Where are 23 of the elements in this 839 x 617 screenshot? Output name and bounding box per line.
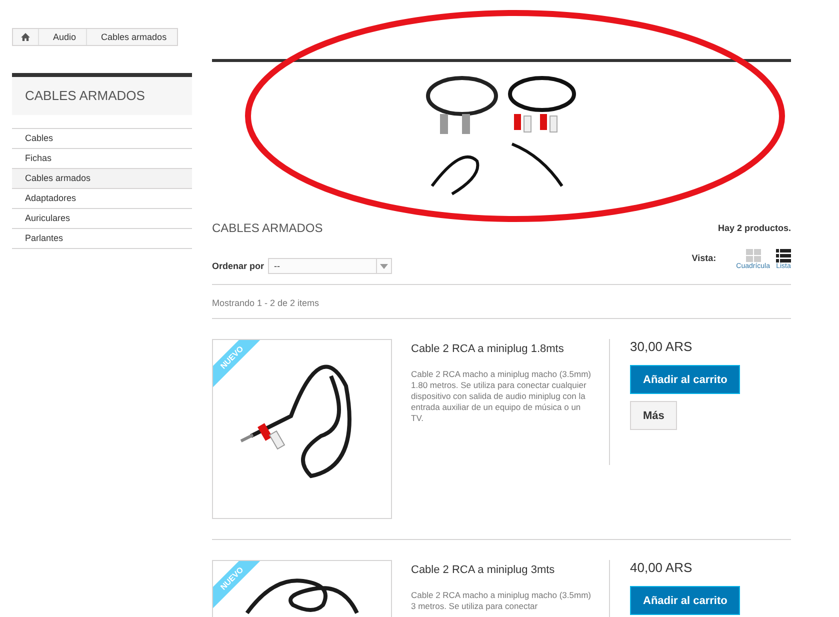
add-to-cart-button[interactable]: Añadir al carrito — [630, 365, 740, 394]
list-icon — [776, 249, 791, 263]
product-name[interactable]: Cable 2 RCA a miniplug 1.8mts — [411, 343, 591, 355]
sidebar-title: CABLES ARMADOS — [12, 73, 192, 115]
home-icon — [21, 33, 30, 41]
sort-label: Ordenar por — [212, 261, 264, 271]
product-name[interactable]: Cable 2 RCA a miniplug 3mts — [411, 564, 591, 576]
category-title: CABLES ARMADOS — [212, 221, 323, 235]
sort-select[interactable]: -- — [268, 258, 392, 274]
category-link[interactable]: Cables armados — [12, 168, 192, 188]
product-description: Cable 2 RCA macho a miniplug macho (3.5mm) 3 metros. Se utiliza para conectar — [411, 590, 591, 612]
showing-text: Mostrando 1 - 2 de 2 items — [212, 297, 320, 310]
category-link[interactable]: Parlantes — [12, 228, 192, 249]
product-price: 40,00 ARS — [630, 560, 692, 575]
add-to-cart-button[interactable]: Añadir al carrito — [630, 586, 740, 615]
more-button[interactable]: Más — [630, 401, 678, 430]
grid-icon — [746, 249, 761, 263]
product-description: Cable 2 RCA macho a miniplug macho (3.5mm) 1.80 metros. Se utiliza para conectar cualquier dispositivo con salida de audio miniplug con la entrada auxiliar de un equipo de música o un TV. — [411, 369, 591, 424]
product-count: Hay 2 productos. — [718, 223, 791, 233]
breadcrumb-link[interactable]: Audio — [38, 29, 86, 45]
product-price: 30,00 ARS — [630, 339, 692, 354]
breadcrumb-link[interactable]: Cables armados — [86, 29, 177, 45]
view-label: Vista: — [692, 253, 716, 263]
